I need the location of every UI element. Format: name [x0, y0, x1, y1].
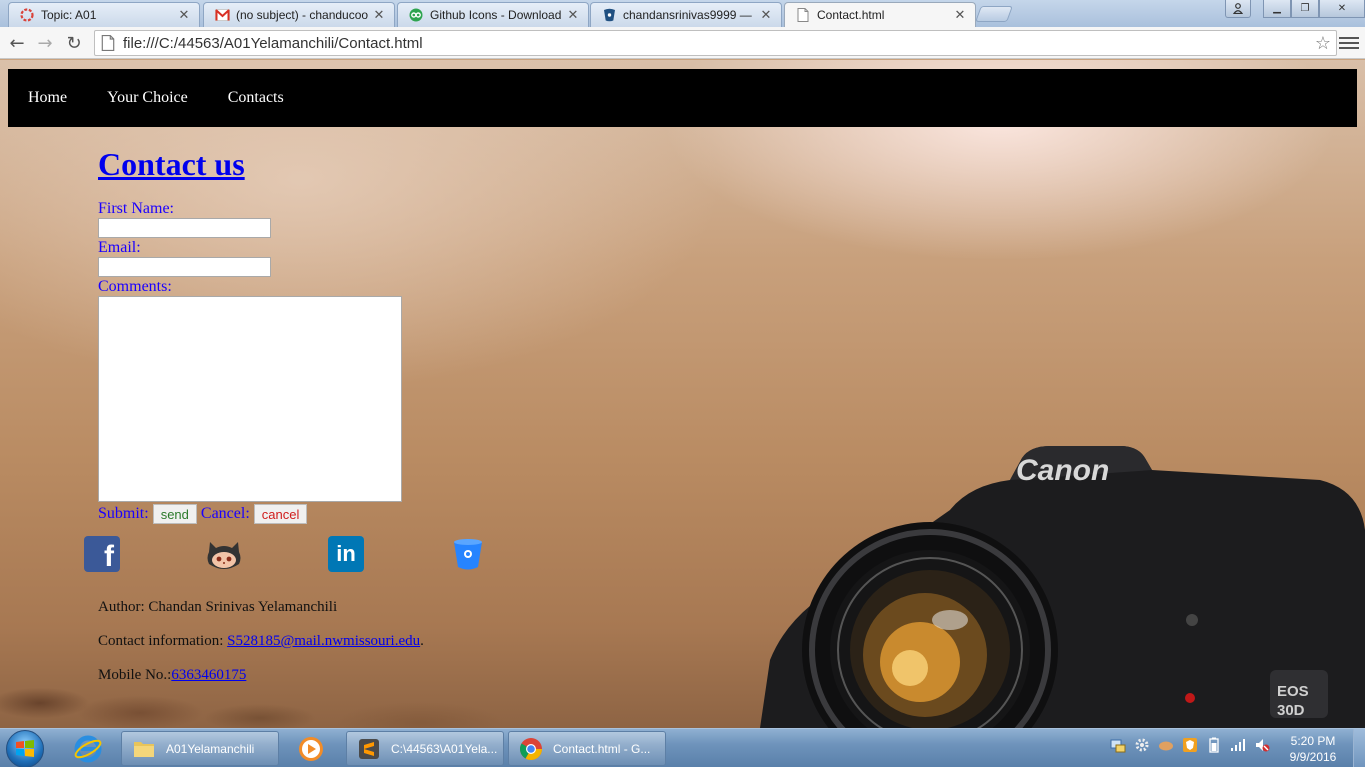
restore-button[interactable]: ❐ — [1291, 0, 1319, 18]
tab-strip: Topic: A01 ✕ (no subject) - chanducool ✕… — [0, 0, 1365, 27]
signal-strength-icon[interactable] — [1230, 737, 1246, 753]
page-icon — [795, 7, 811, 23]
page-title[interactable]: Contact us — [98, 148, 245, 180]
tab-github-icons[interactable]: Github Icons - Download ✕ — [397, 2, 589, 27]
tab-title: (no subject) - chanducool — [236, 8, 368, 22]
close-icon[interactable]: ✕ — [759, 7, 773, 23]
mobile-prefix: Mobile No.: — [98, 667, 172, 683]
bitbucket-icon[interactable] — [450, 536, 486, 572]
iconfinder-icon — [408, 7, 424, 23]
show-desktop-button[interactable] — [1353, 729, 1365, 767]
clock-time: 5:20 PM — [1290, 734, 1336, 748]
tab-gmail[interactable]: (no subject) - chanducool ✕ — [203, 2, 395, 27]
author-line: Author: Chandan Srinivas Yelamanchili — [98, 598, 424, 632]
nav-your-choice[interactable]: Your Choice — [107, 89, 188, 107]
windows-logo-icon — [16, 740, 34, 757]
email-link[interactable]: S528185@mail.nwmissouri.edu — [227, 633, 420, 649]
svg-text:30D: 30D — [1277, 702, 1305, 719]
submit-label: Submit: — [98, 505, 149, 522]
window-controls: ▁ ❐ ✕ — [1225, 0, 1365, 20]
minimize-button[interactable]: ▁ — [1263, 0, 1291, 18]
tab-bitbucket[interactable]: chandansrinivas9999 — Bi ✕ — [590, 2, 782, 27]
svg-text:EOS: EOS — [1277, 683, 1309, 700]
internet-explorer-icon[interactable] — [60, 731, 116, 766]
network-share-icon[interactable] — [1110, 737, 1126, 753]
form-buttons: Submit: send Cancel: cancel — [98, 503, 402, 525]
facebook-icon[interactable]: f — [84, 536, 120, 572]
site-nav: Home Your Choice Contacts — [8, 69, 1357, 127]
nav-contacts[interactable]: Contacts — [228, 89, 284, 107]
browser-toolbar: ← → ↻ file:///C:/44563/A01Yelamanchili/C… — [0, 27, 1365, 59]
camera-background-image: Canon EOS 30D — [760, 446, 1365, 728]
author-text: Author: Chandan Srinivas Yelamanchili — [98, 599, 338, 615]
tab-contact-html[interactable]: Contact.html ✕ — [784, 2, 976, 27]
taskbar-item-label: A01Yelamanchili — [166, 741, 255, 756]
close-icon[interactable]: ✕ — [177, 7, 191, 23]
chrome-icon — [519, 737, 543, 761]
author-info: Author: Chandan Srinivas Yelamanchili Co… — [98, 598, 424, 700]
social-links: f in — [84, 536, 504, 574]
taskbar-item-sublime[interactable]: C:\44563\A01Yela... — [346, 731, 504, 766]
email-label: Email: — [98, 239, 141, 256]
send-button[interactable]: send — [152, 504, 197, 524]
contact-section: Contact us First Name: Email: Comments: … — [98, 148, 402, 525]
nav-home[interactable]: Home — [28, 89, 67, 107]
tab-topic-a01[interactable]: Topic: A01 ✕ — [8, 2, 200, 27]
close-icon[interactable]: ✕ — [566, 7, 580, 23]
page-viewport: Canon EOS 30D Home Your Choice Contacts … — [0, 60, 1365, 728]
cancel-label: Cancel: — [200, 505, 250, 522]
forward-icon[interactable]: → — [34, 32, 56, 54]
url-text[interactable]: file:///C:/44563/A01Yelamanchili/Contact… — [123, 35, 1310, 52]
close-icon[interactable]: ✕ — [953, 7, 967, 23]
gmail-icon — [214, 7, 230, 23]
topic-icon — [19, 7, 35, 23]
page-icon — [101, 35, 115, 51]
sublime-text-icon — [357, 737, 381, 761]
tab-title: Contact.html — [817, 8, 885, 22]
start-button[interactable] — [6, 730, 44, 767]
bitbucket-icon — [601, 7, 617, 23]
tab-title: chandansrinivas9999 — Bi — [623, 8, 755, 22]
close-icon[interactable]: ✕ — [372, 7, 386, 23]
svg-text:Canon: Canon — [1016, 454, 1109, 487]
github-icon[interactable] — [204, 536, 241, 572]
taskbar-item-label: C:\44563\A01Yela... — [391, 741, 498, 756]
close-window-button[interactable]: ✕ — [1319, 0, 1365, 18]
first-name-label: First Name: — [98, 200, 174, 217]
linkedin-icon[interactable]: in — [328, 536, 364, 572]
taskbar-item-chrome[interactable]: Contact.html - G... — [508, 731, 666, 766]
taskbar: A01Yelamanchili C:\44563\A01Yela... Cont… — [0, 728, 1365, 767]
reload-icon[interactable]: ↻ — [63, 32, 85, 54]
back-icon[interactable]: ← — [6, 32, 28, 54]
taskbar-item-explorer[interactable]: A01Yelamanchili — [121, 731, 279, 766]
settings-gear-icon[interactable] — [1134, 737, 1150, 753]
system-clock[interactable]: 5:20 PM 9/9/2016 — [1280, 733, 1346, 765]
phone-link[interactable]: 6363460175 — [171, 667, 246, 683]
email-field[interactable] — [98, 257, 271, 277]
address-bar[interactable]: file:///C:/44563/A01Yelamanchili/Contact… — [94, 30, 1337, 56]
first-name-field[interactable] — [98, 218, 271, 238]
volume-muted-icon[interactable] — [1254, 737, 1270, 753]
taskbar-item-label: Contact.html - G... — [553, 741, 651, 756]
media-player-icon[interactable] — [283, 731, 339, 766]
contact-suffix: . — [420, 633, 424, 649]
comments-field[interactable] — [98, 296, 402, 502]
shield-icon[interactable] — [1182, 737, 1198, 753]
system-tray — [1110, 737, 1270, 753]
comments-label: Comments: — [98, 278, 172, 295]
cloud-sync-icon[interactable] — [1158, 737, 1174, 753]
battery-icon[interactable] — [1206, 737, 1222, 753]
contact-line: Contact information: S528185@mail.nwmiss… — [98, 632, 424, 666]
cancel-button[interactable]: cancel — [253, 504, 308, 524]
tab-title: Github Icons - Download — [430, 8, 562, 22]
folder-icon — [132, 737, 156, 761]
contact-prefix: Contact information: — [98, 633, 228, 649]
clock-date: 9/9/2016 — [1289, 750, 1337, 764]
new-tab-button[interactable] — [975, 6, 1013, 22]
tab-title: Topic: A01 — [41, 8, 97, 22]
menu-icon[interactable] — [1339, 33, 1359, 53]
user-icon[interactable] — [1225, 0, 1251, 18]
bookmark-star-icon[interactable]: ☆ — [1310, 33, 1336, 54]
mobile-line: Mobile No.:6363460175 — [98, 666, 424, 700]
